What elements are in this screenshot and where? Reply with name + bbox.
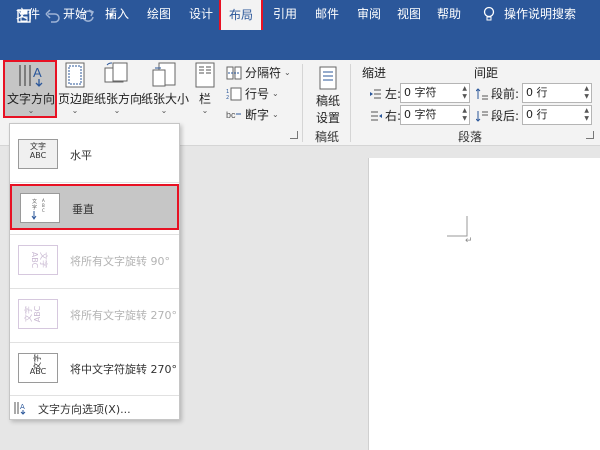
hyphenation-button[interactable]: bc 断字 ⌄ [226, 106, 279, 123]
group-separator [350, 64, 351, 142]
tab-review[interactable]: 审阅 [352, 0, 386, 28]
tab-layout[interactable]: 布局 [219, 0, 263, 30]
lightbulb-icon[interactable] [480, 0, 498, 28]
svg-text:A: A [33, 65, 42, 80]
menu-item-rotate-90[interactable]: 文字 ABC 将所有文字旋转 90° [10, 236, 179, 286]
columns-button[interactable]: 栏 ⌄ [192, 62, 218, 115]
document-page[interactable]: ↵ [368, 158, 600, 450]
menu-item-vertical[interactable]: 文 字 A B C 垂直 [10, 184, 179, 230]
tab-file[interactable]: 文件 [8, 0, 48, 28]
margins-button[interactable]: 页边距 ⌄ [58, 62, 94, 115]
spacing-after-icon [476, 110, 488, 122]
group-separator [302, 64, 303, 142]
indent-left-field[interactable]: 0 字符 ▲ ▼ [400, 83, 470, 103]
indent-left-icon [370, 89, 381, 98]
draft-group-label: 稿纸 [315, 130, 340, 144]
indent-right-field[interactable]: 0 字符 ▲ ▼ [400, 105, 470, 125]
orientation-button[interactable]: 纸张方向 ⌄ [94, 62, 142, 115]
menu-divider [10, 234, 179, 235]
draft-paper-icon [319, 66, 337, 90]
svg-text:A: A [20, 403, 25, 411]
menu-divider [10, 288, 179, 289]
breaks-button[interactable]: 分隔符 ⌄ [226, 64, 291, 81]
hyphenation-icon: bc [226, 110, 241, 120]
spinner-icon[interactable]: ▲ ▼ [584, 107, 589, 123]
svg-text:字: 字 [32, 204, 37, 211]
horizontal-text-icon: 文字 ABC [18, 139, 58, 169]
tab-home[interactable]: 开始 [58, 0, 92, 28]
tab-mailings[interactable]: 邮件 [310, 0, 344, 28]
indent-left-label: 左: [370, 85, 401, 102]
menu-item-horizontal[interactable]: 文字 ABC 水平 [10, 130, 179, 180]
svg-text:文: 文 [32, 198, 37, 205]
paper-size-icon [152, 62, 176, 87]
vertical-text-icon: 文 字 A B C [20, 193, 60, 223]
draft-settings-button[interactable]: 稿纸 设置 [310, 66, 346, 126]
rotate-90-icon: 文字 ABC [18, 245, 58, 275]
spinner-icon[interactable]: ▲ ▼ [584, 85, 589, 101]
spacing-title: 间距 [474, 66, 499, 80]
columns-icon [195, 62, 215, 88]
spinner-icon[interactable]: ▲ ▼ [462, 85, 467, 101]
text-direction-icon: A [19, 65, 43, 87]
tab-references[interactable]: 引用 [268, 0, 302, 28]
menu-bar [0, 32, 600, 60]
svg-text:2: 2 [226, 95, 229, 101]
spacing-after-field[interactable]: 0 行 ▲ ▼ [522, 105, 592, 125]
svg-text:bc: bc [226, 110, 236, 120]
rotate-270-icon: 文字 ABC [18, 299, 58, 329]
svg-text:C: C [42, 208, 45, 213]
margins-icon [65, 62, 85, 88]
page-setup-launcher-icon[interactable] [290, 131, 298, 139]
text-direction-menu: 文字 ABC 水平 文 字 A B C 垂直 文字 ABC 将所有文字旋转 90° … [9, 123, 180, 420]
paragraph-group-label: 段落 [458, 130, 483, 144]
indent-title: 缩进 [362, 66, 387, 80]
text-direction-button[interactable]: A 文字方向 ⌄ [5, 62, 57, 115]
spacing-after-label: 段后: [476, 107, 519, 124]
tab-help[interactable]: 帮助 [434, 0, 464, 28]
text-direction-small-icon: A [14, 402, 26, 415]
menu-divider [10, 182, 179, 183]
spacing-before-field[interactable]: 0 行 ▲ ▼ [522, 83, 592, 103]
cjk-rotate-270-icon: 文字 ABC [18, 353, 58, 383]
paragraph-launcher-icon[interactable] [586, 131, 594, 139]
menu-divider [10, 342, 179, 343]
tab-view[interactable]: 视图 [394, 0, 424, 28]
tab-draw[interactable]: 绘图 [142, 0, 176, 28]
paragraph-mark-icon: ↵ [465, 236, 473, 246]
indent-right-label: 右: [370, 107, 401, 124]
orientation-icon [104, 62, 128, 83]
tell-me-search[interactable]: 操作说明搜索 [500, 0, 580, 28]
tab-design[interactable]: 设计 [184, 0, 218, 28]
breaks-icon [226, 66, 242, 79]
line-numbers-button[interactable]: 12 行号 ⌄ [226, 85, 279, 102]
menu-item-cjk-rotate-270[interactable]: 文字 ABC 将中文字符旋转 270° [10, 344, 179, 394]
spacing-before-icon [476, 87, 488, 99]
text-direction-options-item[interactable]: A 文字方向选项(X)... [10, 396, 179, 420]
indent-right-icon [371, 111, 382, 120]
spacing-before-label: 段前: [476, 85, 519, 102]
menu-item-rotate-270[interactable]: 文字 ABC 将所有文字旋转 270° [10, 290, 179, 340]
line-numbers-icon: 12 [226, 87, 242, 101]
tab-insert[interactable]: 插入 [100, 0, 134, 28]
spinner-icon[interactable]: ▲ ▼ [462, 107, 467, 123]
size-button[interactable]: 纸张大小 ⌄ [141, 62, 189, 115]
